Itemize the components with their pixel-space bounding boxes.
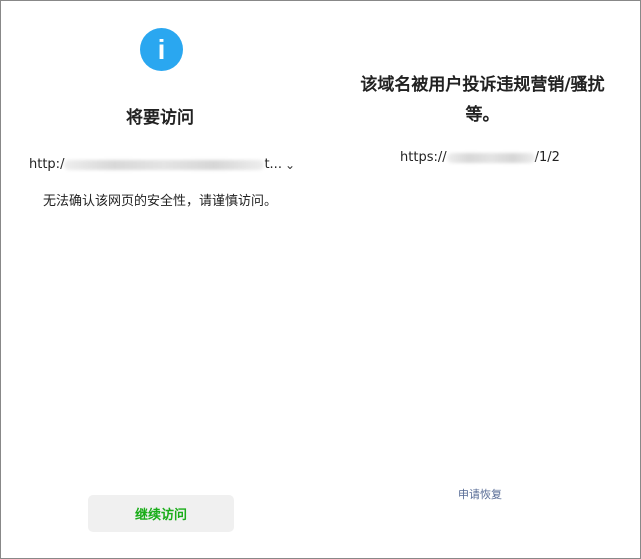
blocked-domain-panel: 该域名被用户投诉违规营销/骚扰等。 https:// /1/2 申请恢复 [320, 0, 640, 557]
chevron-down-icon[interactable]: ⌄ [285, 158, 295, 172]
blocked-url: https:// /1/2 [320, 150, 640, 165]
continue-visit-button[interactable]: 继续访问 [88, 495, 234, 532]
blocked-title: 该域名被用户投诉违规营销/骚扰等。 [360, 75, 605, 125]
url-suffix: t... [264, 157, 282, 172]
page-title: 将要访问 [126, 108, 194, 128]
url-row[interactable]: http:/ t... ⌄ [29, 157, 314, 172]
visit-warning-panel: i 将要访问 http:/ t... ⌄ 无法确认该网页的安全性，请谨慎访问。 … [0, 0, 320, 557]
info-glyph: i [157, 33, 166, 65]
apply-restore-link[interactable]: 申请恢复 [320, 486, 640, 502]
url-suffix: /1/2 [534, 150, 560, 165]
blurred-url [446, 152, 535, 163]
warning-text: 无法确认该网页的安全性，请谨慎访问。 [42, 194, 277, 209]
url-prefix: https:// [400, 150, 447, 165]
info-icon: i [140, 28, 183, 71]
url-prefix: http:/ [29, 157, 65, 172]
blurred-url [64, 159, 265, 170]
